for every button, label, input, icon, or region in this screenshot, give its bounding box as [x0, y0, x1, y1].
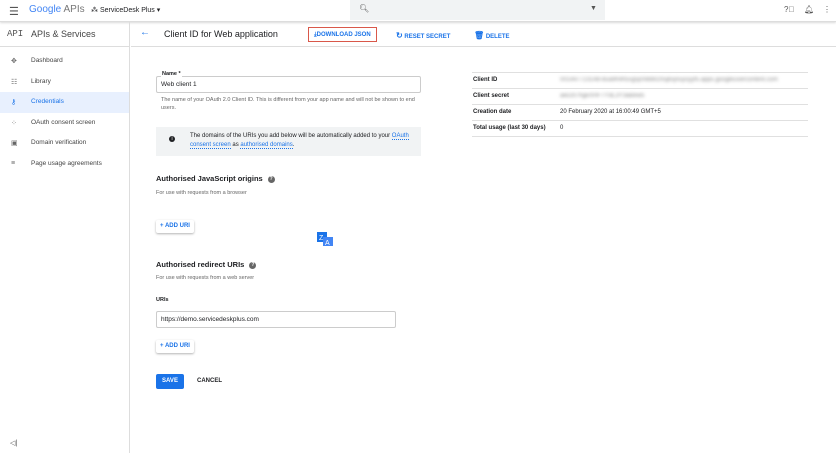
total-usage-value: 0 — [559, 120, 808, 137]
help-icon[interactable]: ? — [267, 175, 275, 183]
sidebar-item-label: OAuth consent screen — [31, 118, 96, 126]
svg-text:A: A — [325, 240, 330, 246]
info-text: The domains of the URIs you add below wi… — [190, 133, 392, 139]
project-selector[interactable]: ⁂ ServiceDesk Plus ▾ — [91, 6, 160, 14]
delete-label: DELETE — [485, 34, 510, 40]
sidebar-item-label: Domain verification — [31, 139, 87, 146]
agreements-icon: ≡ — [11, 159, 16, 167]
add-redirect-uri-button[interactable]: + ADD URI — [156, 340, 194, 353]
detail-key: Client secret — [472, 88, 559, 105]
name-help: The name of your OAuth 2.0 Client ID. Th… — [161, 97, 415, 111]
search-dropdown-icon[interactable]: ▼ — [590, 5, 597, 12]
key-icon: ⚷ — [11, 99, 17, 106]
logo-product: APIs — [63, 4, 85, 15]
sidebar: API APIs & Services ✥ Dashboard ☷ Library ⚷… — [0, 22, 130, 453]
delete-button[interactable]: 🗑︎ DELETE — [469, 27, 515, 42]
reset-secret-button[interactable]: ↻ RESET SECRET — [391, 27, 455, 42]
js-origins-help: For use with requests from a browser — [156, 190, 247, 196]
detail-key: Creation date — [472, 104, 559, 121]
download-json-button[interactable]: ⤓DOWNLOAD JSON — [308, 27, 377, 42]
api-badge: API — [7, 29, 24, 39]
sidebar-item-dashboard[interactable]: ✥ Dashboard — [0, 51, 129, 72]
refresh-icon: ↻ — [396, 31, 403, 40]
cancel-button[interactable]: CANCEL — [197, 378, 222, 384]
more-options-icon[interactable]: ⋮ — [823, 5, 831, 14]
info-text: as — [230, 142, 241, 148]
table-row: Client secret aeDzt7hgeXHFTYdL3Y3aBew5 — [472, 88, 808, 105]
save-button[interactable]: SAVE — [156, 374, 184, 389]
logo-brand: Google — [29, 4, 62, 15]
creation-date-value: 20 February 2020 at 16:00:49 GMT+5 — [559, 104, 808, 121]
trash-icon: 🗑︎ — [474, 31, 485, 40]
client-details-table: Client ID 001447723148-8ua9h4h5sg5j0nbb61… — [472, 72, 808, 137]
info-icon: i — [169, 136, 175, 142]
info-banner: i The domains of the URIs you add below … — [156, 127, 421, 156]
detail-key: Client ID — [472, 72, 559, 89]
google-apis-logo[interactable]: Google APIs — [29, 4, 85, 15]
reset-label: RESET SECRET — [404, 34, 451, 40]
page-header: ← Client ID for Web application ⤓DOWNLOA… — [131, 22, 836, 47]
table-row: Client ID 001447723148-8ua9h4h5sg5j0nbb61… — [472, 72, 808, 89]
js-origins-title: Authorised JavaScript origins — [156, 174, 263, 183]
help-icon[interactable]: ? — [249, 261, 257, 269]
client-secret-value: aeDzt7hgeXHFTYdL3Y3aBew5 — [559, 88, 808, 105]
sidebar-item-label: Dashboard — [31, 57, 63, 64]
dashboard-icon: ✥ — [11, 58, 17, 65]
info-text: . — [292, 142, 295, 148]
sidebar-item-label: Library — [31, 77, 51, 85]
client-id-value: 001447723148-8ua9h4h5sg5j0nbb61h5jbsjnuy… — [559, 72, 808, 89]
notifications-icon[interactable]: 🔔︎ — [804, 5, 814, 14]
domain-icon: ▣ — [11, 140, 18, 147]
sidebar-item-label: Credentials — [31, 98, 64, 105]
help-icon[interactable]: ?⃝ — [784, 5, 794, 14]
sidebar-item-page-usage[interactable]: ≡ Page usage agreements — [0, 154, 129, 175]
name-input[interactable]: Web client 1 — [156, 76, 421, 93]
download-label: DOWNLOAD JSON — [316, 32, 371, 38]
redirect-uri-input[interactable]: https://demo.servicedeskplus.com — [156, 311, 396, 328]
top-bar: ☰ Google APIs ⁂ ServiceDesk Plus ▾ 🔍︎ ▼ ?… — [0, 0, 836, 22]
svg-text:Z: Z — [319, 235, 324, 242]
hamburger-menu-icon[interactable]: ☰ — [9, 5, 19, 18]
table-row: Creation date 20 February 2020 at 16:00:4… — [472, 104, 808, 121]
back-arrow-icon[interactable]: ← — [140, 27, 150, 38]
authorised-domains-link[interactable]: authorised domains — [240, 142, 293, 149]
sidebar-item-credentials[interactable]: ⚷ Credentials — [0, 92, 129, 113]
uris-label: URIs — [156, 297, 169, 303]
consent-icon: ⁘ — [11, 119, 17, 127]
page-title: Client ID for Web application — [164, 29, 278, 39]
redirect-uris-help: For use with requests from a web server — [156, 275, 255, 281]
search-input[interactable]: 🔍︎ ▼ — [350, 0, 605, 20]
sidebar-item-domain-verification[interactable]: ▣ Domain verification — [0, 133, 129, 154]
library-icon: ☷ — [11, 78, 18, 86]
redirect-uris-title: Authorised redirect URIs — [156, 260, 245, 269]
sidebar-item-oauth-consent[interactable]: ⁘ OAuth consent screen — [0, 113, 129, 134]
add-js-origin-button[interactable]: + ADD URI — [156, 220, 194, 233]
sidebar-item-label: Page usage agreements — [31, 159, 102, 167]
name-label: Name * — [161, 71, 182, 77]
sidebar-title: APIs & Services — [31, 29, 96, 39]
project-name: ServiceDesk Plus — [99, 7, 155, 14]
sidebar-item-library[interactable]: ☷ Library — [0, 72, 129, 93]
search-icon: 🔍︎ — [359, 4, 370, 13]
collapse-sidebar-icon[interactable]: ◁| — [10, 439, 17, 447]
detail-key: Total usage (last 30 days) — [472, 120, 559, 137]
translate-icon[interactable]: ZA — [317, 232, 333, 246]
table-row: Total usage (last 30 days) 0 — [472, 120, 808, 137]
